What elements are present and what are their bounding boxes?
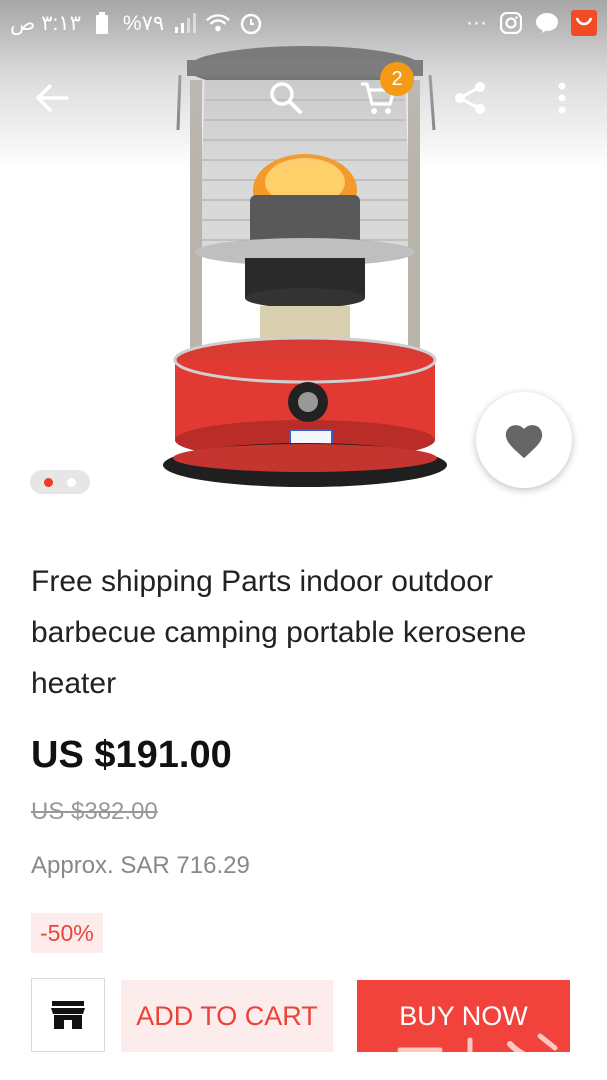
battery-icon: [90, 11, 114, 35]
battery-percent: %٧٩: [122, 11, 165, 35]
pager-dot: [67, 477, 76, 487]
back-arrow-icon: [36, 84, 69, 112]
search-button[interactable]: [258, 68, 314, 128]
original-price: US $382.00: [31, 798, 158, 825]
pager-dot-active: [44, 477, 53, 487]
store-button[interactable]: [31, 978, 105, 1052]
approx-local-price: Approx. SAR 716.29: [31, 852, 250, 879]
aliexpress-icon: [571, 10, 597, 36]
add-to-cart-button[interactable]: ADD TO CART: [121, 980, 333, 1052]
wifi-icon: [206, 11, 231, 35]
cart-button[interactable]: 2: [350, 62, 414, 128]
discount-badge: -50%: [31, 913, 103, 953]
status-bar-right: ···: [466, 10, 597, 36]
instagram-icon: [499, 11, 523, 35]
gallery-pager[interactable]: [30, 470, 90, 494]
status-bar-left: ٣:١٣ ص %٧٩: [10, 11, 263, 36]
back-button[interactable]: [24, 68, 80, 128]
heart-icon: [505, 425, 543, 459]
favorite-button[interactable]: [476, 392, 572, 488]
status-time: ٣:١٣ ص: [10, 11, 81, 35]
alarm-icon: [239, 11, 263, 35]
more-vert-icon: [558, 82, 566, 114]
product-price: US $191.00: [31, 734, 232, 776]
share-icon: [455, 82, 485, 114]
signal-icon: [173, 11, 197, 35]
line-icon: [535, 11, 559, 35]
product-title: Free shipping Parts indoor outdoor barbe…: [31, 565, 527, 700]
watermark-logo: [387, 1033, 593, 1070]
notification-dots: ···: [466, 11, 487, 34]
product-toolbar: 2: [0, 62, 607, 128]
search-icon: [270, 82, 302, 114]
share-button[interactable]: [442, 68, 498, 128]
more-options-button[interactable]: [534, 68, 590, 128]
cart-count-badge: 2: [380, 62, 414, 96]
store-icon: [51, 1001, 85, 1029]
status-bar: ٣:١٣ ص %٧٩ ···: [0, 0, 607, 46]
